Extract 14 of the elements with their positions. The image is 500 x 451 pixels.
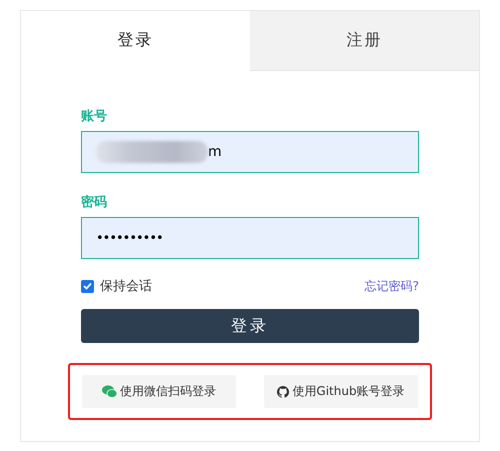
social-login-button[interactable]: 使用Github账号登录 [264, 375, 418, 408]
password-field[interactable]: •••••••••• [81, 217, 419, 259]
field-value: m [208, 144, 222, 160]
field-label: 账号 [81, 108, 107, 125]
chat-bubbles-icon [102, 385, 117, 398]
social-login-button[interactable]: 使用微信扫码登录 [82, 375, 236, 408]
checkbox-label: 保持会话 [100, 278, 152, 295]
username-field[interactable]: m [81, 131, 419, 173]
github-icon [277, 386, 290, 398]
forgot-password-link[interactable]: 忘记密码? [364, 278, 419, 294]
tab[interactable]: 注册 [250, 11, 479, 71]
checkbox[interactable] [81, 280, 94, 292]
field-label: 密码 [81, 194, 107, 211]
login-button[interactable]: 登录 [81, 309, 419, 343]
